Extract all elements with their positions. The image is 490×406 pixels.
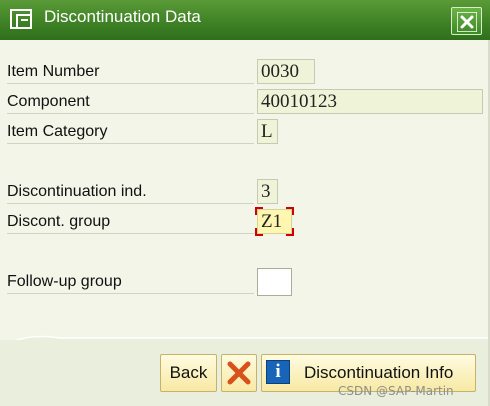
followup-group-label: Follow-up group <box>7 271 254 294</box>
info-icon: i <box>266 360 290 384</box>
focus-corner <box>255 207 263 215</box>
cancel-x-icon <box>227 361 251 385</box>
discont-group-input[interactable]: Z1 <box>255 207 294 236</box>
discont-group-value: Z1 <box>261 211 283 232</box>
focus-corner <box>255 228 263 236</box>
item-number-field: 0030 <box>257 59 315 84</box>
focus-corner <box>286 207 294 215</box>
close-button[interactable] <box>451 7 482 35</box>
window-title: Discontinuation Data <box>44 7 201 26</box>
item-category-field: L <box>257 119 278 144</box>
followup-group-input[interactable] <box>257 268 292 296</box>
discontinuation-ind-field: 3 <box>257 179 278 204</box>
discontinuation-ind-label: Discontinuation ind. <box>7 181 254 204</box>
watermark-text: CSDN @SAP-Martin <box>338 384 454 398</box>
close-icon <box>457 12 477 32</box>
back-button[interactable]: Back <box>160 354 217 392</box>
component-label: Component <box>7 91 254 114</box>
window-dialog-icon <box>10 9 32 29</box>
component-field: 40010123 <box>257 89 483 114</box>
item-category-label: Item Category <box>7 121 254 144</box>
discont-group-label: Discont. group <box>7 211 254 234</box>
title-bar: Discontinuation Data <box>0 0 490 40</box>
focus-corner <box>286 228 294 236</box>
item-number-label: Item Number <box>7 61 254 84</box>
cancel-button[interactable] <box>221 354 257 392</box>
